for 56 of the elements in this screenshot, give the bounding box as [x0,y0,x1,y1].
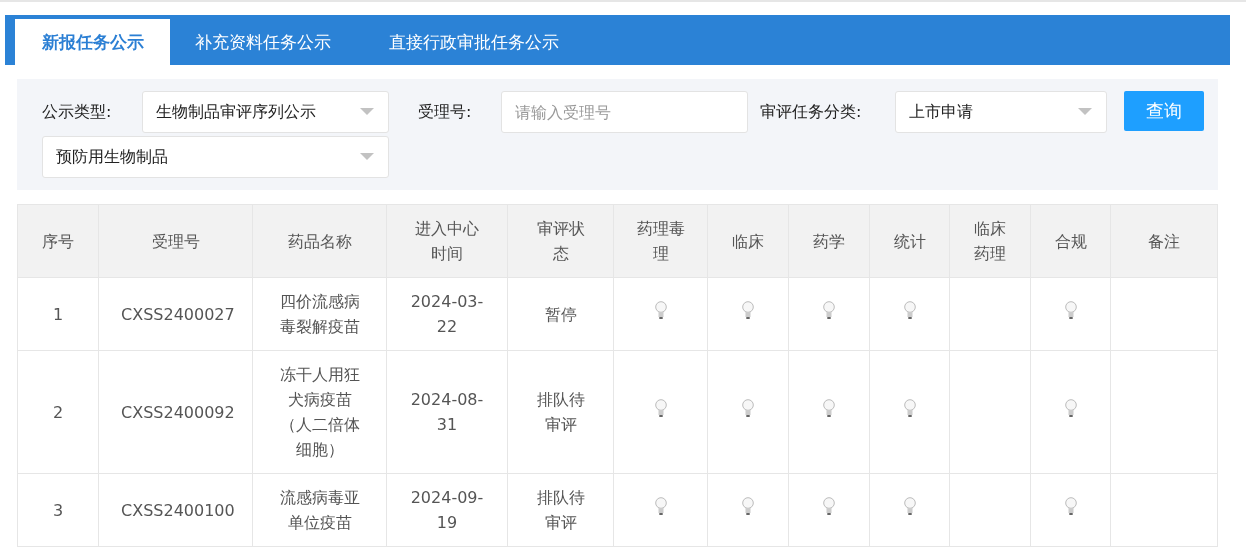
tab[interactable]: 补充资料任务公示 [170,19,356,65]
column-header: 受理号 [98,204,253,278]
table-cell: 1 [17,277,99,351]
table-cell: 四价流感病毒裂解疫苗 [252,277,387,351]
table-cell: 排队待审评 [507,350,614,474]
light-bulb-icon [823,300,835,321]
light-bulb-icon [823,398,835,419]
light-bulb-icon [654,398,667,419]
column-header: 药理毒理 [613,204,708,278]
table-cell: 3 [17,473,99,547]
column-header: 统计 [869,204,950,278]
column-header: 药品名称 [252,204,387,278]
light-bulb-icon [1064,300,1077,321]
light-bulb-icon [1064,398,1077,419]
table-cell: 2024-09-19 [386,473,508,547]
light-bulb-icon [654,300,667,321]
light-bulb-icon [654,496,667,517]
dropdown-select[interactable]: 预防用生物制品 [42,136,389,178]
table-cell: 流感病毒亚单位疫苗 [252,473,387,547]
table-cell: CXSS2400092 [98,350,253,474]
column-header: 进入中心时间 [386,204,508,278]
dropdown-caret-icon [360,108,374,116]
column-header: 临床药理 [949,204,1031,278]
query-button[interactable]: 查询 [1124,91,1204,131]
filter-label: 审评任务分类: [760,101,863,123]
column-header: 药学 [788,204,870,278]
table-cell: 暂停 [507,277,614,351]
dropdown-select[interactable]: 生物制品审评序列公示 [142,91,389,133]
table-cell: 2 [17,350,99,474]
tab[interactable]: 直接行政审批任务公示 [356,19,592,65]
dropdown-caret-icon [1078,108,1092,116]
filter-label: 公示类型: [42,101,113,123]
filter-label: 受理号: [418,101,473,123]
light-bulb-icon [1064,496,1077,517]
table-cell: 冻干人用狂犬病疫苗（人二倍体细胞） [252,350,387,474]
table-cell: CXSS2400027 [98,277,253,351]
column-header: 临床 [707,204,789,278]
light-bulb-icon [742,300,754,321]
tab[interactable]: 新报任务公示 [15,19,170,65]
column-header: 审评状态 [507,204,614,278]
table-cell: 排队待审评 [507,473,614,547]
dropdown-caret-icon [360,153,374,161]
table-cell: 2024-08-31 [386,350,508,474]
light-bulb-icon [823,496,835,517]
table-cell: CXSS2400100 [98,473,253,547]
light-bulb-icon [742,398,754,419]
light-bulb-icon [903,300,916,321]
input-field[interactable]: 请输入受理号 [501,91,748,133]
light-bulb-icon [903,496,916,517]
light-bulb-icon [903,398,916,419]
table-cell: 2024-03-22 [386,277,508,351]
dropdown-select[interactable]: 上市申请 [895,91,1107,133]
column-header: 序号 [17,204,99,278]
column-header: 备注 [1110,204,1218,278]
column-header: 合规 [1030,204,1111,278]
light-bulb-icon [742,496,754,517]
